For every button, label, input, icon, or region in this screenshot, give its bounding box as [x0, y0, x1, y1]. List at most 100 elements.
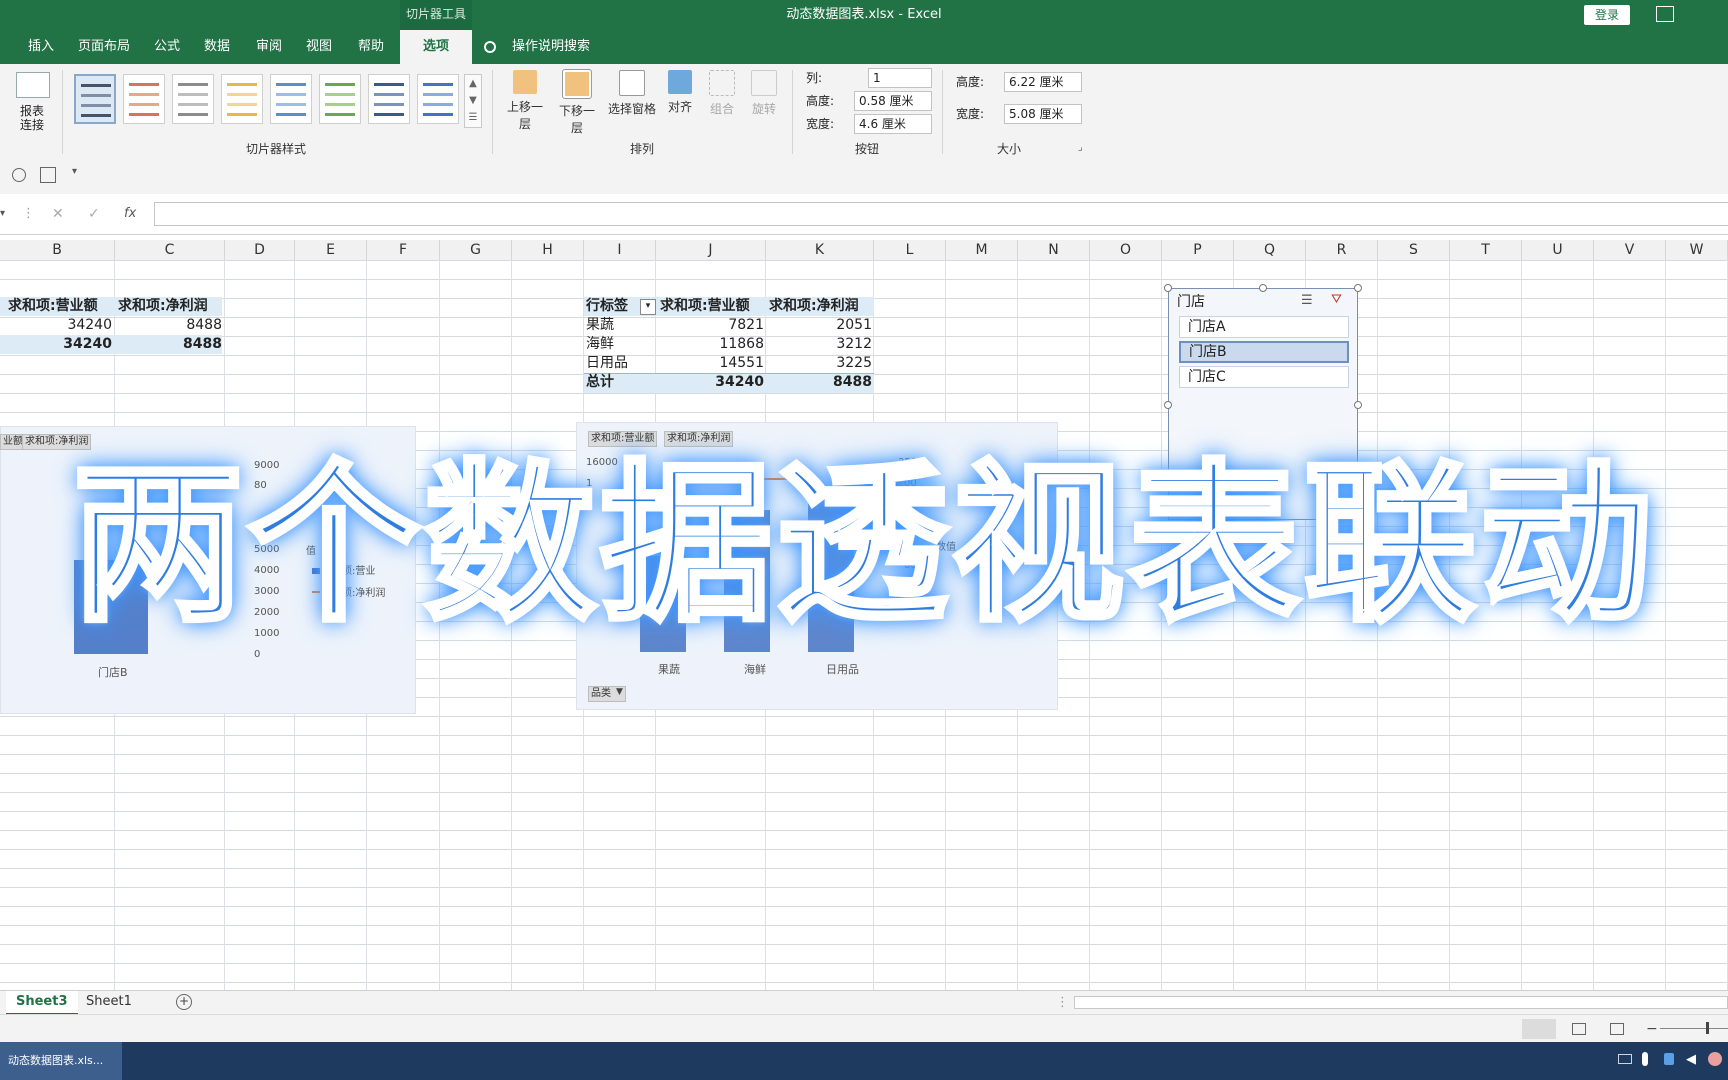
bring-forward-button[interactable]: 上移一层	[502, 70, 548, 140]
normal-view-icon[interactable]	[1522, 1019, 1556, 1039]
send-backward-button[interactable]: 下移一层	[554, 69, 600, 140]
clear-filter-icon[interactable]: ⛛	[1331, 292, 1342, 307]
dialog-launcher-icon[interactable]: ⌟	[1078, 142, 1083, 153]
sheet-tab-sheet3[interactable]: Sheet3	[6, 991, 78, 1015]
resize-handle[interactable]	[1164, 284, 1172, 292]
pivot1-header-revenue[interactable]: 求和项:营业额	[8, 297, 116, 316]
slicer-style-swatch[interactable]	[368, 74, 410, 124]
pivot2-row-label[interactable]: 果蔬	[586, 316, 656, 335]
chart-icon[interactable]	[40, 167, 56, 183]
slicer-style-swatch[interactable]	[417, 74, 459, 124]
column-header-h[interactable]: H	[512, 240, 584, 260]
resize-handle[interactable]	[1259, 284, 1267, 292]
tab-view[interactable]: 视图	[306, 30, 338, 64]
pivot2-header-profit[interactable]: 求和项:净利润	[769, 297, 877, 316]
columns-input[interactable]: 1	[868, 68, 932, 88]
chevron-down-icon[interactable]: ▼	[616, 687, 623, 697]
column-header-e[interactable]: E	[295, 240, 367, 260]
button-width-input[interactable]: 4.6 厘米	[854, 114, 932, 134]
enter-icon[interactable]: ✓	[88, 202, 100, 226]
column-header-l[interactable]: L	[874, 240, 946, 260]
tab-options[interactable]: 选项	[400, 30, 472, 64]
insert-function-icon[interactable]: fx	[124, 202, 136, 226]
pivot1-total-cell[interactable]: 34240	[0, 335, 112, 354]
column-header-p[interactable]: P	[1162, 240, 1234, 260]
tab-help[interactable]: 帮助	[358, 30, 390, 64]
ribbon-display-options-icon[interactable]	[1656, 6, 1674, 22]
cancel-icon[interactable]: ✕	[52, 202, 64, 226]
taskbar-excel-item[interactable]: 动态数据图表.xls...	[0, 1042, 122, 1080]
pivot1-header-profit[interactable]: 求和项:净利润	[118, 297, 226, 316]
tell-me-search[interactable]: 操作说明搜索	[512, 30, 590, 64]
column-header-r[interactable]: R	[1306, 240, 1378, 260]
slicer-style-swatch[interactable]	[221, 74, 263, 124]
tab-review[interactable]: 审阅	[256, 30, 288, 64]
add-sheet-icon[interactable]: +	[176, 994, 192, 1010]
column-header-q[interactable]: Q	[1234, 240, 1306, 260]
tab-data[interactable]: 数据	[204, 30, 236, 64]
pivot2-header-row-label[interactable]: 行标签	[586, 297, 646, 316]
slicer-item-store-a[interactable]: 门店A	[1179, 316, 1349, 338]
slicer-style-swatch[interactable]	[319, 74, 361, 124]
slicer-style-swatch[interactable]	[172, 74, 214, 124]
tray-app-icon[interactable]	[1708, 1052, 1722, 1066]
multi-select-icon[interactable]: ☰	[1301, 293, 1313, 308]
column-header-w[interactable]: W	[1666, 240, 1728, 260]
formula-input[interactable]	[154, 202, 1728, 226]
slicer-width-input[interactable]: 5.08 厘米	[1004, 104, 1082, 124]
horizontal-scrollbar[interactable]	[1074, 996, 1728, 1009]
column-header-n[interactable]: N	[1018, 240, 1090, 260]
name-box-dropdown-icon[interactable]: ▾	[0, 202, 10, 226]
column-header-k[interactable]: K	[766, 240, 874, 260]
pivot1-cell[interactable]: 34240	[0, 316, 112, 335]
gallery-scroll[interactable]: ▲ ▼ ☰	[464, 74, 482, 128]
group-button[interactable]: 组合	[704, 70, 740, 140]
tab-formulas[interactable]: 公式	[154, 30, 186, 64]
chevron-up-icon[interactable]: ▲	[465, 75, 481, 92]
pivot2-row-label[interactable]: 日用品	[586, 354, 656, 373]
zoom-out-icon[interactable]: −	[1646, 1021, 1658, 1037]
pivot2-row-label[interactable]: 海鲜	[586, 335, 656, 354]
tab-page-layout[interactable]: 页面布局	[78, 30, 138, 64]
filter-dropdown-icon[interactable]: ▾	[640, 299, 656, 315]
pivot2-cell[interactable]: 11868	[656, 335, 764, 354]
resize-handle[interactable]	[1164, 401, 1172, 409]
pivot2-cell[interactable]: 14551	[656, 354, 764, 373]
slicer-item-store-c[interactable]: 门店C	[1179, 366, 1349, 388]
zoom-slider[interactable]	[1660, 1028, 1728, 1029]
column-header-s[interactable]: S	[1378, 240, 1450, 260]
resize-handle[interactable]	[1354, 284, 1362, 292]
tab-insert[interactable]: 插入	[28, 30, 64, 64]
security-shield-icon[interactable]	[1664, 1053, 1674, 1065]
button-height-input[interactable]: 0.58 厘米	[854, 91, 932, 111]
column-header-v[interactable]: V	[1594, 240, 1666, 260]
column-header-d[interactable]: D	[225, 240, 295, 260]
customize-qat-icon[interactable]: ▾	[72, 166, 77, 177]
more-icon[interactable]: ☰	[465, 109, 481, 126]
pivot2-header-revenue[interactable]: 求和项:营业额	[660, 297, 768, 316]
slicer-style-swatch[interactable]	[74, 74, 116, 124]
pivot2-total-label[interactable]: 总计	[586, 373, 656, 392]
pivot2-cell[interactable]: 7821	[656, 316, 764, 335]
pivot2-cell[interactable]: 3212	[764, 335, 872, 354]
volume-icon[interactable]: ◀	[1686, 1052, 1696, 1067]
column-header-b[interactable]: B	[0, 240, 115, 260]
resize-handle[interactable]	[1354, 401, 1362, 409]
column-header-o[interactable]: O	[1090, 240, 1162, 260]
page-break-view-icon[interactable]	[1610, 1023, 1624, 1035]
column-header-f[interactable]: F	[367, 240, 440, 260]
pivot2-cell[interactable]: 2051	[764, 316, 872, 335]
column-header-t[interactable]: T	[1450, 240, 1522, 260]
pivot2-total-cell[interactable]: 34240	[656, 373, 764, 392]
pivot2-cell[interactable]: 3225	[764, 354, 872, 373]
column-header-c[interactable]: C	[115, 240, 225, 260]
pivot1-cell[interactable]: 8488	[114, 316, 222, 335]
align-button[interactable]: 对齐	[664, 70, 696, 140]
column-header-m[interactable]: M	[946, 240, 1018, 260]
sheet-tab-sheet1[interactable]: Sheet1	[76, 991, 142, 1013]
pivot2-total-cell[interactable]: 8488	[764, 373, 872, 392]
column-header-u[interactable]: U	[1522, 240, 1594, 260]
slicer-height-input[interactable]: 6.22 厘米	[1004, 72, 1082, 92]
chevron-down-icon[interactable]: ▼	[465, 92, 481, 109]
page-layout-view-icon[interactable]	[1572, 1023, 1586, 1035]
